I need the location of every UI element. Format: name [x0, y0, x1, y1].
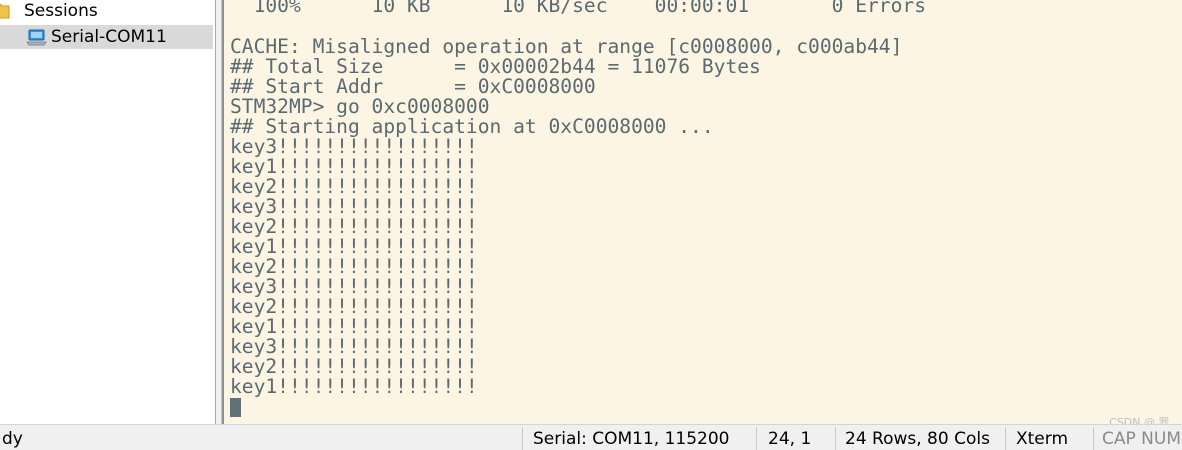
status-separator: [522, 427, 523, 450]
securecrt-window: Sessions Serial-COM11 100% 10 KB 10 KB/s…: [0, 0, 1182, 450]
terminal-cursor: [230, 398, 241, 417]
terminal-line: 100% 10 KB 10 KB/sec 00:00:01 0 Errors: [230, 0, 926, 17]
watermark: CSDN @ 罗...: [1109, 416, 1180, 424]
status-ready: dy: [2, 429, 23, 449]
status-term-size: 24 Rows, 80 Cols: [845, 429, 990, 449]
terminal-line: ## Start Addr = 0xC0008000: [230, 75, 596, 98]
status-separator: [835, 427, 836, 450]
status-connection: Serial: COM11, 115200: [533, 429, 730, 449]
terminal-line: CACHE: Misaligned operation at range [c0…: [230, 35, 903, 58]
terminal-line: STM32MP> go 0xc0008000: [230, 95, 490, 118]
folder-icon: [0, 4, 10, 19]
terminal-line: key2!!!!!!!!!!!!!!!!!: [230, 355, 478, 378]
terminal-line: ## Total Size = 0x00002b44 = 11076 Bytes: [230, 55, 761, 78]
terminal-line: ## Starting application at 0xC0008000 ..…: [230, 115, 714, 138]
terminal-line: key2!!!!!!!!!!!!!!!!!: [230, 215, 478, 238]
sessions-folder-label: Sessions: [24, 1, 98, 21]
terminal-line: key1!!!!!!!!!!!!!!!!!: [230, 375, 478, 398]
terminal-line: key3!!!!!!!!!!!!!!!!!: [230, 195, 478, 218]
status-separator: [1093, 427, 1094, 450]
terminal-line: key2!!!!!!!!!!!!!!!!!: [230, 175, 478, 198]
terminal-line: key1!!!!!!!!!!!!!!!!!: [230, 155, 478, 178]
status-bar: dy Serial: COM11, 115200 24, 1 24 Rows, …: [0, 424, 1182, 450]
session-manager-panel: Sessions Serial-COM11: [0, 0, 216, 424]
status-separator: [1005, 427, 1006, 450]
terminal-line: key3!!!!!!!!!!!!!!!!!: [230, 135, 478, 158]
terminal-line: key2!!!!!!!!!!!!!!!!!: [230, 255, 478, 278]
terminal-output[interactable]: 100% 10 KB 10 KB/sec 00:00:01 0 Errors C…: [222, 0, 1182, 424]
status-emulation: Xterm: [1016, 429, 1069, 449]
terminal-line: key1!!!!!!!!!!!!!!!!!: [230, 315, 478, 338]
terminal-line: key3!!!!!!!!!!!!!!!!!: [230, 275, 478, 298]
status-keys: CAP NUM: [1102, 429, 1181, 449]
status-cursor-pos: 24, 1: [768, 429, 812, 449]
sessions-folder[interactable]: Sessions: [0, 0, 213, 24]
session-item-label: Serial-COM11: [51, 27, 167, 47]
status-separator: [756, 427, 757, 450]
terminal-line: key1!!!!!!!!!!!!!!!!!: [230, 235, 478, 258]
terminal-line: key3!!!!!!!!!!!!!!!!!: [230, 335, 478, 358]
terminal-line: key2!!!!!!!!!!!!!!!!!: [230, 295, 478, 318]
serial-session-icon: [26, 29, 47, 46]
session-item-serial-com11[interactable]: Serial-COM11: [0, 25, 213, 49]
